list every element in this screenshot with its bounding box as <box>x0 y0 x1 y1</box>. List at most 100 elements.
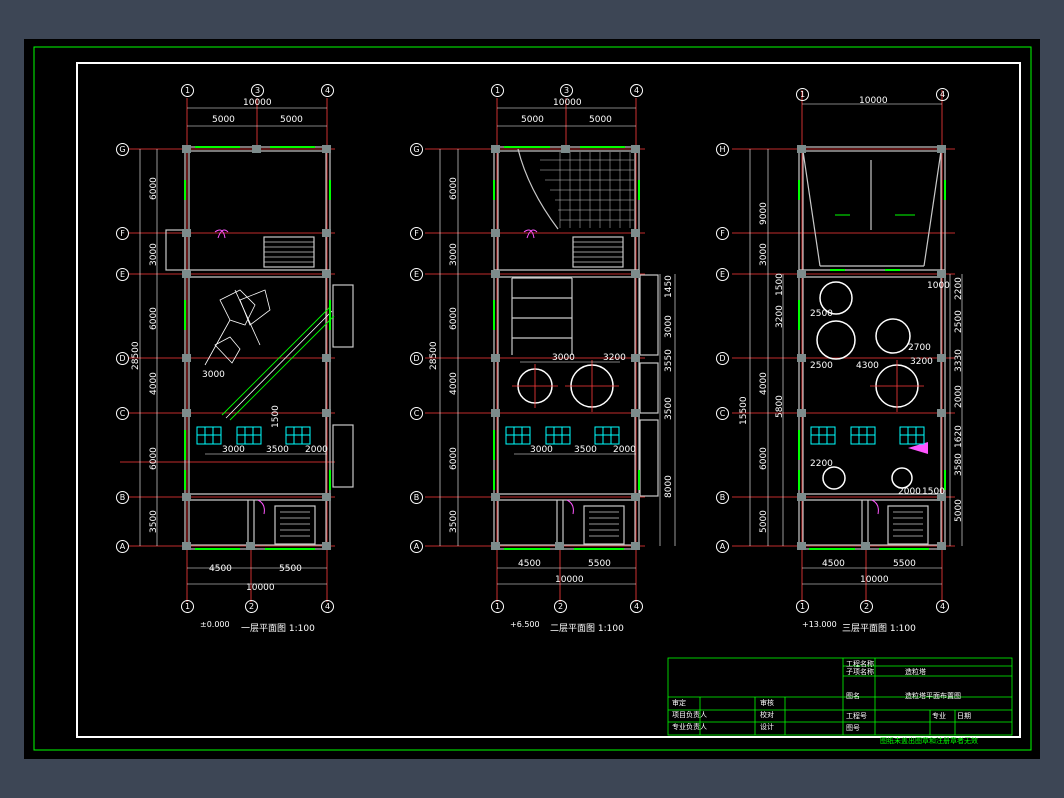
dim-text: 5000 <box>954 499 964 522</box>
elevation-mark: +13.000 <box>802 620 837 629</box>
axis-bubble: C <box>716 407 729 420</box>
axis-bubble: 1 <box>181 84 194 97</box>
dim-text: 15500 <box>739 396 749 425</box>
axis-bubble: 1 <box>796 88 809 101</box>
title-block-label: 工程名称 <box>846 660 874 668</box>
axis-bubble: F <box>116 227 129 240</box>
axis-bubble: 1 <box>796 600 809 613</box>
axis-bubble: A <box>410 540 423 553</box>
dim-text: 3000 <box>530 445 553 455</box>
dim-text: 1500 <box>922 487 945 497</box>
dim-text: 5000 <box>521 115 544 125</box>
dim-text: 4000 <box>149 372 159 395</box>
dim-text: 1620 <box>954 425 964 448</box>
dim-text: 5800 <box>775 395 785 418</box>
dim-text: 3500 <box>449 510 459 533</box>
dim-text: 4000 <box>759 372 769 395</box>
title-block-label: 图号 <box>846 724 860 732</box>
title-block-label: 工程号 <box>846 712 867 720</box>
dim-text: 6000 <box>759 447 769 470</box>
plan-title: 二层平面图 1:100 <box>550 624 624 634</box>
axis-bubble: 4 <box>936 600 949 613</box>
dim-text: 2000 <box>613 445 636 455</box>
axis-bubble: D <box>410 352 423 365</box>
title-block-label: 子项名称 <box>846 668 874 676</box>
dim-text: 3200 <box>910 357 933 367</box>
axis-bubble: 4 <box>630 84 643 97</box>
axis-bubble: 1 <box>491 84 504 97</box>
title-block-label: 日期 <box>957 712 971 720</box>
dim-text: 5500 <box>588 559 611 569</box>
title-block-value: 造粒塔 <box>905 668 926 676</box>
title-block-label: 专业 <box>932 712 946 720</box>
dim-text: 5000 <box>280 115 303 125</box>
dim-text: 2200 <box>810 459 833 469</box>
axis-bubble: A <box>116 540 129 553</box>
dim-text: 4000 <box>449 372 459 395</box>
axis-bubble: 4 <box>321 600 334 613</box>
dim-text: 3000 <box>552 353 575 363</box>
plan-title: 一层平面图 1:100 <box>241 624 315 634</box>
dim-text: 3000 <box>202 370 225 380</box>
dim-text: 6000 <box>449 447 459 470</box>
dim-text: 6000 <box>449 177 459 200</box>
title-block-label: 图名 <box>846 692 860 700</box>
dim-text: 5500 <box>279 564 302 574</box>
axis-bubble: 3 <box>251 84 264 97</box>
dim-text: 3500 <box>266 445 289 455</box>
axis-bubble: 4 <box>936 88 949 101</box>
dim-text: 6000 <box>449 307 459 330</box>
axis-bubble: 2 <box>860 600 873 613</box>
dim-text: 3500 <box>574 445 597 455</box>
dim-text: 3000 <box>222 445 245 455</box>
dim-text: 6000 <box>149 307 159 330</box>
dim-text: 10000 <box>243 98 272 108</box>
dim-text: 6000 <box>149 177 159 200</box>
title-block-label: 设计 <box>760 723 774 731</box>
axis-bubble: D <box>116 352 129 365</box>
title-block-value: 造粒塔平面布置图 <box>905 692 961 700</box>
dim-text: 5000 <box>759 510 769 533</box>
axis-bubble: 3 <box>560 84 573 97</box>
dim-text: 1000 <box>927 281 950 291</box>
dim-text: 10000 <box>555 575 584 585</box>
dim-text: 8000 <box>664 475 674 498</box>
dim-text: 2700 <box>908 343 931 353</box>
dim-text: 2000 <box>954 385 964 408</box>
dim-text: 4300 <box>856 361 879 371</box>
axis-bubble: B <box>116 491 129 504</box>
axis-bubble: C <box>116 407 129 420</box>
dim-text: 1450 <box>664 275 674 298</box>
axis-bubble: G <box>410 143 423 156</box>
title-block-label: 审定 <box>672 699 686 707</box>
axis-bubble: F <box>410 227 423 240</box>
title-block-label: 审核 <box>760 699 774 707</box>
axis-bubble: 1 <box>181 600 194 613</box>
dim-text: 3000 <box>759 243 769 266</box>
axis-bubble: E <box>716 268 729 281</box>
dim-text: 2000 <box>305 445 328 455</box>
dim-text: 10000 <box>859 96 888 106</box>
axis-bubble: A <box>716 540 729 553</box>
axis-bubble: 4 <box>630 600 643 613</box>
dim-text: 3330 <box>954 349 964 372</box>
dim-text: 2500 <box>810 361 833 371</box>
dim-text: 3500 <box>664 397 674 420</box>
dim-text: 10000 <box>860 575 889 585</box>
dim-text: 2500 <box>810 309 833 319</box>
title-block-footer: 图纸未盖出图章和注册章者无效 <box>880 737 978 745</box>
axis-bubble: C <box>410 407 423 420</box>
axis-bubble: E <box>410 268 423 281</box>
axis-bubble: 2 <box>245 600 258 613</box>
dim-text: 2000 <box>898 487 921 497</box>
dim-text: 5000 <box>589 115 612 125</box>
axis-bubble: B <box>716 491 729 504</box>
dim-text: 28500 <box>429 341 439 370</box>
dim-text: 1500 <box>775 273 785 296</box>
title-block-label: 校对 <box>760 711 774 719</box>
dim-text: 3000 <box>449 243 459 266</box>
plan-title: 三层平面图 1:100 <box>842 624 916 634</box>
axis-bubble: G <box>116 143 129 156</box>
axis-bubble: B <box>410 491 423 504</box>
elevation-mark: ±0.000 <box>200 620 230 629</box>
